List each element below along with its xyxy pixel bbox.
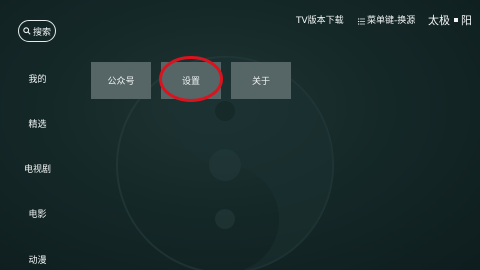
sidebar-item-anime[interactable]: 动漫 — [0, 256, 75, 267]
list-icon — [358, 18, 365, 25]
sidebar-item-tv-series[interactable]: 电视剧 — [0, 165, 75, 176]
sidebar-item-featured[interactable]: 精选 — [0, 120, 75, 131]
tile-about[interactable]: 关于 — [231, 62, 291, 99]
brand-logo: 太极阳 — [428, 14, 472, 27]
brand-dot-icon — [454, 18, 458, 22]
menu-switch-source-hint[interactable]: 菜单键-换源 — [358, 16, 415, 27]
menu-switch-label: 菜单键-换源 — [367, 16, 416, 26]
tile-official-account[interactable]: 公众号 — [91, 62, 151, 99]
sidebar-item-mine[interactable]: 我的 — [0, 75, 75, 86]
brand-left-text: 太极 — [428, 14, 450, 27]
sidebar-item-movies[interactable]: 电影 — [0, 210, 75, 221]
tv-download-link[interactable]: TV版本下载 — [296, 16, 344, 27]
search-label: 搜索 — [32, 27, 51, 38]
tile-settings[interactable]: 设置 — [161, 62, 221, 99]
search-icon — [23, 27, 31, 35]
search-button[interactable]: 搜索 — [18, 20, 56, 42]
brand-right-text: 阳 — [461, 14, 472, 27]
yin-yang-background-emblem — [116, 56, 334, 270]
